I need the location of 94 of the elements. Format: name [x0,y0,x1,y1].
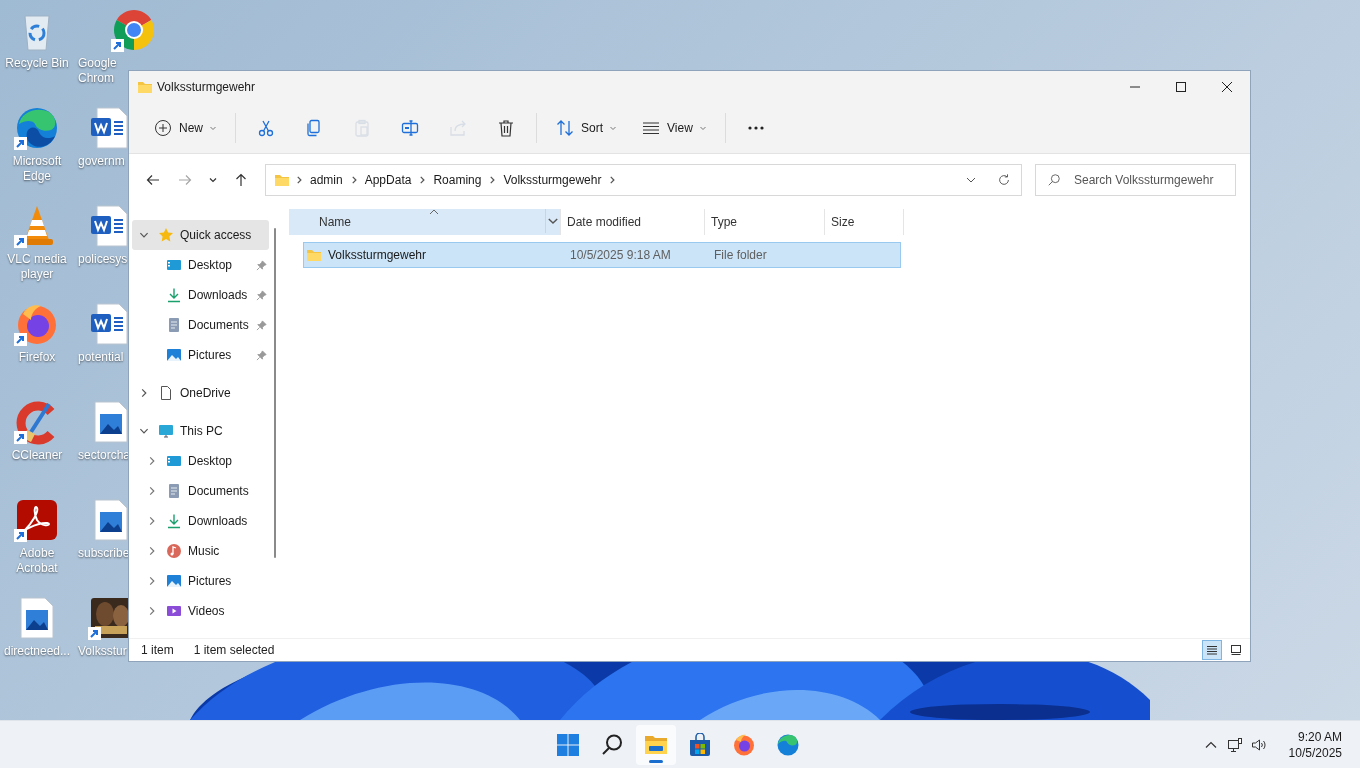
sidebar-item[interactable]: Music [132,536,269,566]
network-icon[interactable] [1226,736,1243,753]
refresh-icon[interactable] [997,173,1011,187]
icon-label: Recycle Bin [4,56,70,71]
folder-icon [644,733,668,757]
selection-count: 1 item selected [193,643,275,657]
search-field[interactable]: Search Volkssturmgewehr [1035,164,1236,196]
folder-icon [274,172,290,188]
shopping-bag-icon [688,733,712,757]
sidebar-item[interactable]: Videos [132,596,269,626]
caret-icon [609,124,618,132]
list-icon [1206,644,1218,656]
address-bar[interactable]: admin AppData Roaming Volkssturmgewehr [265,164,1022,196]
window-icon [1230,644,1242,656]
grid-icon [556,733,580,757]
icon-label: CCleaner [10,448,64,463]
chevron-icon [294,175,304,185]
sidebar-item[interactable]: Pictures [132,340,269,370]
item-count: 1 item [141,643,174,657]
download-icon [166,513,182,529]
icon-label: Google Chrom [78,56,118,86]
icon-label: VLC media player [6,252,68,282]
search-icon [1047,173,1061,187]
icon-label: Microsoft Edge [11,154,63,184]
sidebar-item[interactable]: OneDrive [132,378,269,408]
scrollbar-thumb[interactable] [274,228,276,558]
more-icon [747,126,764,130]
search-icon [600,733,624,757]
page-icon [158,385,174,401]
type-cell-text: File folder [714,248,768,262]
video-icon [166,603,182,619]
sidebar-item[interactable]: Quick access [132,220,269,250]
rename-icon [400,118,420,138]
forward-arrow-icon [177,172,193,188]
image-icon [166,347,182,363]
clock[interactable]: 9:20 AM 10/5/2025 [1288,728,1342,761]
sidebar-item[interactable]: Desktop [132,250,269,280]
folder-icon [306,247,322,263]
view-button[interactable]: View [633,110,715,146]
sidebar-item[interactable]: Downloads [132,280,269,310]
sidebar-item[interactable]: Desktop [132,446,269,476]
column-header[interactable]: Date modified [561,209,705,235]
back-arrow-icon [145,172,161,188]
date-cell-text: 10/5/2025 9:18 AM [570,248,672,262]
sidebar-item[interactable]: This PC [132,416,269,446]
icon-label: governm [78,154,126,169]
breadcrumb[interactable]: admin [306,173,347,187]
volume-icon[interactable] [1250,736,1267,753]
plus-icon [153,118,173,138]
icon-label: Volksstur [78,644,128,659]
up-arrow-icon [233,172,249,188]
star-icon [158,227,174,243]
column-header[interactable]: Size [825,209,904,235]
sort-icon [555,118,575,138]
column-header[interactable]: Type [705,209,825,235]
image-icon [166,573,182,589]
details-view-button[interactable] [1202,640,1222,660]
scissors-icon [256,118,276,138]
icon-label: Firefox [17,350,57,365]
share-icon [448,118,468,138]
sort-button[interactable]: Sort [547,110,626,146]
file-name: Volkssturmgewehr [328,248,427,262]
sidebar-item[interactable]: Pictures [132,566,269,596]
desktop-icon [166,257,182,273]
window-title: Volkssturmgewehr [157,80,256,94]
document-icon [166,483,182,499]
folder-icon [137,79,153,95]
desktop-icon [166,453,182,469]
caret-icon [209,124,217,132]
file-row[interactable]: Volkssturmgewehr 10/5/2025 9:18 AM File folder [303,242,901,268]
browser-icon [776,733,800,757]
dropdown-icon[interactable] [545,209,560,233]
breadcrumb[interactable]: Volkssturmgewehr [499,173,606,187]
icon-label: directneed... [2,644,71,659]
new-button[interactable]: New [145,110,225,146]
clipboard-icon [352,118,372,138]
document-icon [166,317,182,333]
browser-icon [732,733,756,757]
icon-label: Adobe Acrobat [15,546,59,576]
download-icon [166,287,182,303]
breadcrumb[interactable]: AppData [360,173,416,187]
sidebar-item[interactable]: Documents [132,310,269,340]
icon-label: subscribe [78,546,128,561]
breadcrumb[interactable]: Roaming [429,173,486,187]
icon-label: potential [78,350,125,365]
column-header[interactable]: Name [289,209,561,235]
caret-icon [698,124,707,132]
icon-label: policesys [78,252,128,267]
trash-icon [496,118,516,138]
music-icon [166,543,182,559]
sidebar-item[interactable]: Downloads [132,506,269,536]
sidebar-item[interactable]: Documents [132,476,269,506]
folder-app-button[interactable] [636,725,676,765]
monitor-icon [158,423,174,439]
